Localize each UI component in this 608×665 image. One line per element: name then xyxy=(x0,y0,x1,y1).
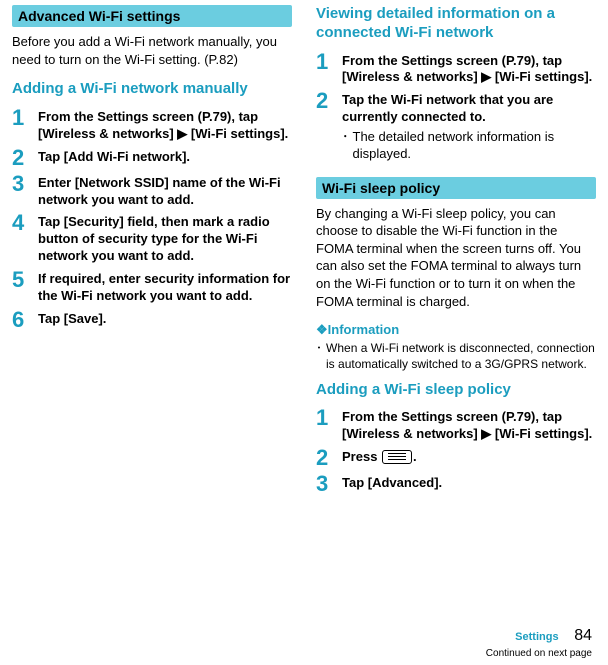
page-number: 84 xyxy=(574,627,592,644)
footer: Settings 84 Continued on next page xyxy=(0,627,608,661)
intro-text: By changing a Wi-Fi sleep policy, you ca… xyxy=(316,205,596,310)
step-text: Tap [Save]. xyxy=(38,309,292,328)
step-text: Tap [Add Wi-Fi network]. xyxy=(38,147,292,166)
step-number: 1 xyxy=(316,407,342,429)
step-text: From the Settings screen (P.79), tap [Wi… xyxy=(342,407,596,443)
step-text: Press . xyxy=(342,447,596,466)
right-column: Viewing detailed information on a connec… xyxy=(304,5,608,499)
page: Advanced Wi-Fi settings Before you add a… xyxy=(0,0,608,665)
step-number: 1 xyxy=(316,51,342,73)
step-text: Tap [Security] field, then mark a radio … xyxy=(38,212,292,265)
step-number: 5 xyxy=(12,269,38,291)
step-1: 1 From the Settings screen (P.79), tap [… xyxy=(12,107,292,143)
step-3: 3 Enter [Network SSID] name of the Wi-Fi… xyxy=(12,173,292,209)
step-number: 2 xyxy=(316,90,342,112)
step-text: Enter [Network SSID] name of the Wi-Fi n… xyxy=(38,173,292,209)
step-number: 2 xyxy=(316,447,342,469)
step-main-text: Tap the Wi-Fi network that you are curre… xyxy=(342,92,553,124)
step-number: 6 xyxy=(12,309,38,331)
step-5: 5 If required, enter security informatio… xyxy=(12,269,292,305)
step-text-post: . xyxy=(413,449,417,464)
section-title-bar: Wi-Fi sleep policy xyxy=(316,177,596,199)
step-number: 4 xyxy=(12,212,38,234)
step-2: 2 Tap [Add Wi-Fi network]. xyxy=(12,147,292,169)
footer-category: Settings xyxy=(515,631,558,643)
info-symbol-icon: ❖ xyxy=(316,322,328,337)
info-label: Information xyxy=(328,322,400,337)
step-3: 3 Tap [Advanced]. xyxy=(316,473,596,495)
subheading: Viewing detailed information on a connec… xyxy=(316,5,596,43)
step-number: 3 xyxy=(12,173,38,195)
bullet-dot-icon: ･ xyxy=(342,129,349,163)
columns: Advanced Wi-Fi settings Before you add a… xyxy=(0,5,608,499)
step-text: If required, enter security information … xyxy=(38,269,292,305)
information-item: ･ When a Wi-Fi network is disconnected, … xyxy=(316,340,596,372)
intro-text: Before you add a Wi-Fi network manually,… xyxy=(12,33,292,68)
information-text: When a Wi-Fi network is disconnected, co… xyxy=(326,340,596,372)
step-1: 1 From the Settings screen (P.79), tap [… xyxy=(316,407,596,443)
step-text: Tap [Advanced]. xyxy=(342,473,596,492)
step-1: 1 From the Settings screen (P.79), tap [… xyxy=(316,51,596,87)
subheading: Adding a Wi-Fi network manually xyxy=(12,80,292,99)
step-text: From the Settings screen (P.79), tap [Wi… xyxy=(38,107,292,143)
left-column: Advanced Wi-Fi settings Before you add a… xyxy=(0,5,304,335)
step-sub-bullet: ･ The detailed network information is di… xyxy=(342,129,596,163)
menu-key-icon xyxy=(382,450,412,464)
continued-on-next-page: Continued on next page xyxy=(486,648,592,659)
step-sub-text: The detailed network information is disp… xyxy=(353,129,597,163)
footer-top-line: Settings 84 xyxy=(515,627,592,645)
step-6: 6 Tap [Save]. xyxy=(12,309,292,331)
step-number: 3 xyxy=(316,473,342,495)
step-2: 2 Tap the Wi-Fi network that you are cur… xyxy=(316,90,596,163)
step-text: Tap the Wi-Fi network that you are curre… xyxy=(342,90,596,163)
step-number: 2 xyxy=(12,147,38,169)
information-heading: ❖Information xyxy=(316,322,596,338)
bullet-dot-icon: ･ xyxy=(316,340,322,372)
step-text: From the Settings screen (P.79), tap [Wi… xyxy=(342,51,596,87)
section-title-bar: Advanced Wi-Fi settings xyxy=(12,5,292,27)
step-text-pre: Press xyxy=(342,449,381,464)
step-number: 1 xyxy=(12,107,38,129)
step-4: 4 Tap [Security] field, then mark a radi… xyxy=(12,212,292,265)
step-2: 2 Press . xyxy=(316,447,596,469)
subheading: Adding a Wi-Fi sleep policy xyxy=(316,381,596,400)
